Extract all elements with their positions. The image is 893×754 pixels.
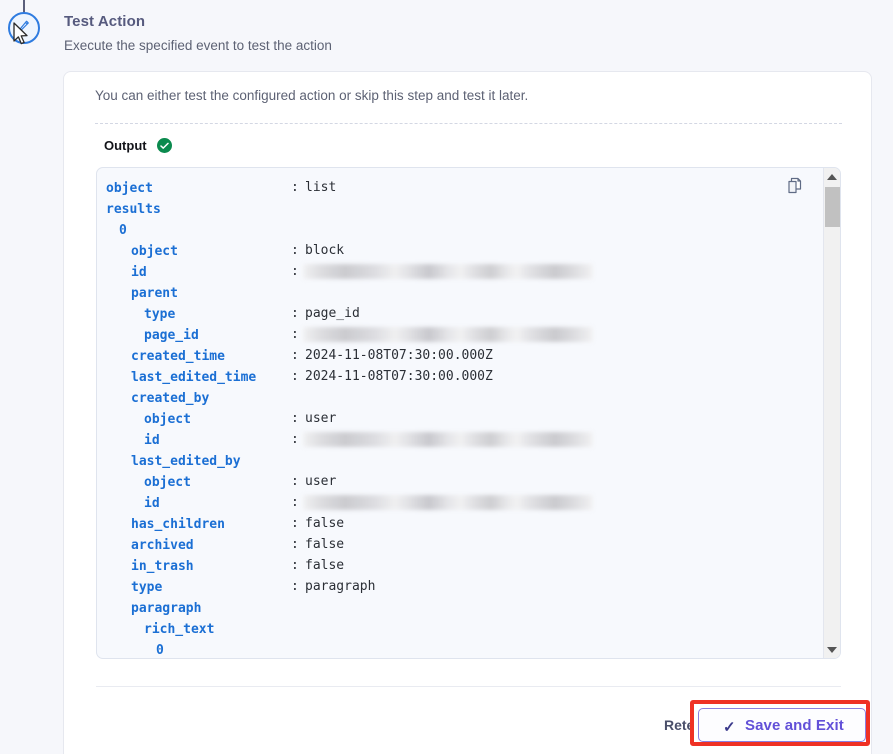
json-key: object bbox=[106, 181, 153, 196]
json-key: paragraph bbox=[131, 601, 202, 616]
json-row: last_edited_time:2024-11-08T07:30:00.000… bbox=[97, 366, 840, 387]
json-colon: : bbox=[291, 306, 299, 321]
json-colon: : bbox=[291, 537, 299, 552]
scrollbar-thumb[interactable] bbox=[825, 187, 840, 227]
json-key: object bbox=[131, 244, 178, 259]
check-icon: ✓ bbox=[723, 719, 736, 736]
json-key: type bbox=[131, 580, 163, 595]
json-output-viewer[interactable]: object: list results 0 object: block id: parent… bbox=[96, 167, 841, 659]
json-tree: object: list results 0 object: block id: parent… bbox=[97, 177, 840, 658]
mouse-pointer-icon bbox=[12, 22, 32, 53]
json-row: paragraph bbox=[97, 597, 840, 618]
json-colon: : bbox=[291, 264, 299, 279]
json-row: in_trash: false bbox=[97, 555, 840, 576]
redacted-value bbox=[303, 264, 593, 279]
json-key: type bbox=[144, 307, 176, 322]
test-action-card: You can either test the configured actio… bbox=[63, 71, 872, 754]
save-and-exit-label: Save and Exit bbox=[745, 717, 844, 734]
json-row: id: bbox=[97, 492, 840, 513]
json-row: 0 bbox=[97, 219, 840, 240]
json-row: object: list bbox=[97, 177, 840, 198]
json-colon: : bbox=[291, 180, 299, 195]
redacted-value bbox=[303, 327, 593, 342]
page-title: Test Action bbox=[64, 13, 146, 30]
json-key: id bbox=[131, 265, 147, 280]
scrollbar-down-button[interactable] bbox=[824, 641, 840, 658]
json-key: 0 bbox=[156, 643, 164, 658]
json-key: parent bbox=[131, 286, 178, 301]
redacted-value bbox=[303, 432, 593, 447]
json-row: created_time:2024-11-08T07:30:00.000Z bbox=[97, 345, 840, 366]
json-key: last_edited_time bbox=[131, 370, 257, 385]
footer-divider bbox=[96, 686, 841, 687]
json-row: rich_text bbox=[97, 618, 840, 639]
save-and-exit-button[interactable]: ✓ Save and Exit bbox=[698, 708, 866, 742]
json-key: id bbox=[144, 433, 160, 448]
json-row: id: bbox=[97, 429, 840, 450]
json-colon: : bbox=[291, 243, 299, 258]
json-row: object: user bbox=[97, 471, 840, 492]
json-key: created_time bbox=[131, 349, 225, 364]
json-value: false bbox=[305, 558, 345, 573]
json-key: archived bbox=[131, 538, 194, 553]
json-key: object bbox=[144, 412, 191, 427]
json-value: user bbox=[305, 474, 337, 489]
json-colon: : bbox=[291, 432, 299, 447]
json-key: in_trash bbox=[131, 559, 194, 574]
json-row: last_edited_by bbox=[97, 450, 840, 471]
viewer-scrollbar[interactable] bbox=[823, 168, 840, 658]
json-value: block bbox=[305, 243, 345, 258]
json-value: 2024-11-08T07:30:00.000Z bbox=[305, 369, 493, 384]
json-colon: : bbox=[291, 474, 299, 489]
json-value: paragraph bbox=[305, 579, 376, 594]
json-key: rich_text bbox=[144, 622, 215, 637]
json-key: created_by bbox=[131, 391, 210, 406]
json-key: 0 bbox=[119, 223, 127, 238]
json-colon: : bbox=[291, 579, 299, 594]
save-and-exit-highlight: ✓ Save and Exit bbox=[690, 700, 870, 746]
json-value: false bbox=[305, 537, 345, 552]
json-key: id bbox=[144, 496, 160, 511]
json-row: 0 bbox=[97, 639, 840, 658]
json-row: archived: false bbox=[97, 534, 840, 555]
json-row: object: block bbox=[97, 240, 840, 261]
scrollbar-up-button[interactable] bbox=[824, 168, 840, 185]
test-action-page: Test Action Execute the specified event … bbox=[0, 0, 893, 754]
json-row: type: paragraph bbox=[97, 576, 840, 597]
json-key: last_edited_by bbox=[131, 454, 241, 469]
json-value: user bbox=[305, 411, 337, 426]
output-label: Output bbox=[104, 138, 147, 153]
redacted-value bbox=[303, 495, 593, 510]
json-key: results bbox=[106, 202, 161, 217]
intro-text: You can either test the configured actio… bbox=[95, 88, 529, 103]
check-circle-icon bbox=[157, 138, 172, 153]
json-row: has_children: false bbox=[97, 513, 840, 534]
json-colon: : bbox=[291, 369, 299, 384]
page-subtitle: Execute the specified event to test the … bbox=[64, 38, 332, 53]
json-row: created_by bbox=[97, 387, 840, 408]
json-colon: : bbox=[291, 327, 299, 342]
json-value: list bbox=[305, 180, 337, 195]
json-row: object: user bbox=[97, 408, 840, 429]
json-key: has_children bbox=[131, 517, 225, 532]
json-row: id: bbox=[97, 261, 840, 282]
json-colon: : bbox=[291, 558, 299, 573]
json-row: parent bbox=[97, 282, 840, 303]
json-colon: : bbox=[291, 348, 299, 363]
json-colon: : bbox=[291, 516, 299, 531]
json-value: false bbox=[305, 516, 345, 531]
json-colon: : bbox=[291, 411, 299, 426]
json-row: page_id: bbox=[97, 324, 840, 345]
section-divider bbox=[95, 123, 842, 124]
json-value: page_id bbox=[305, 306, 360, 321]
copy-icon[interactable] bbox=[786, 177, 804, 195]
json-value: 2024-11-08T07:30:00.000Z bbox=[305, 348, 493, 363]
json-key: object bbox=[144, 475, 191, 490]
json-colon: : bbox=[291, 495, 299, 510]
json-row: results bbox=[97, 198, 840, 219]
json-row: type: page_id bbox=[97, 303, 840, 324]
json-key: page_id bbox=[144, 328, 199, 343]
